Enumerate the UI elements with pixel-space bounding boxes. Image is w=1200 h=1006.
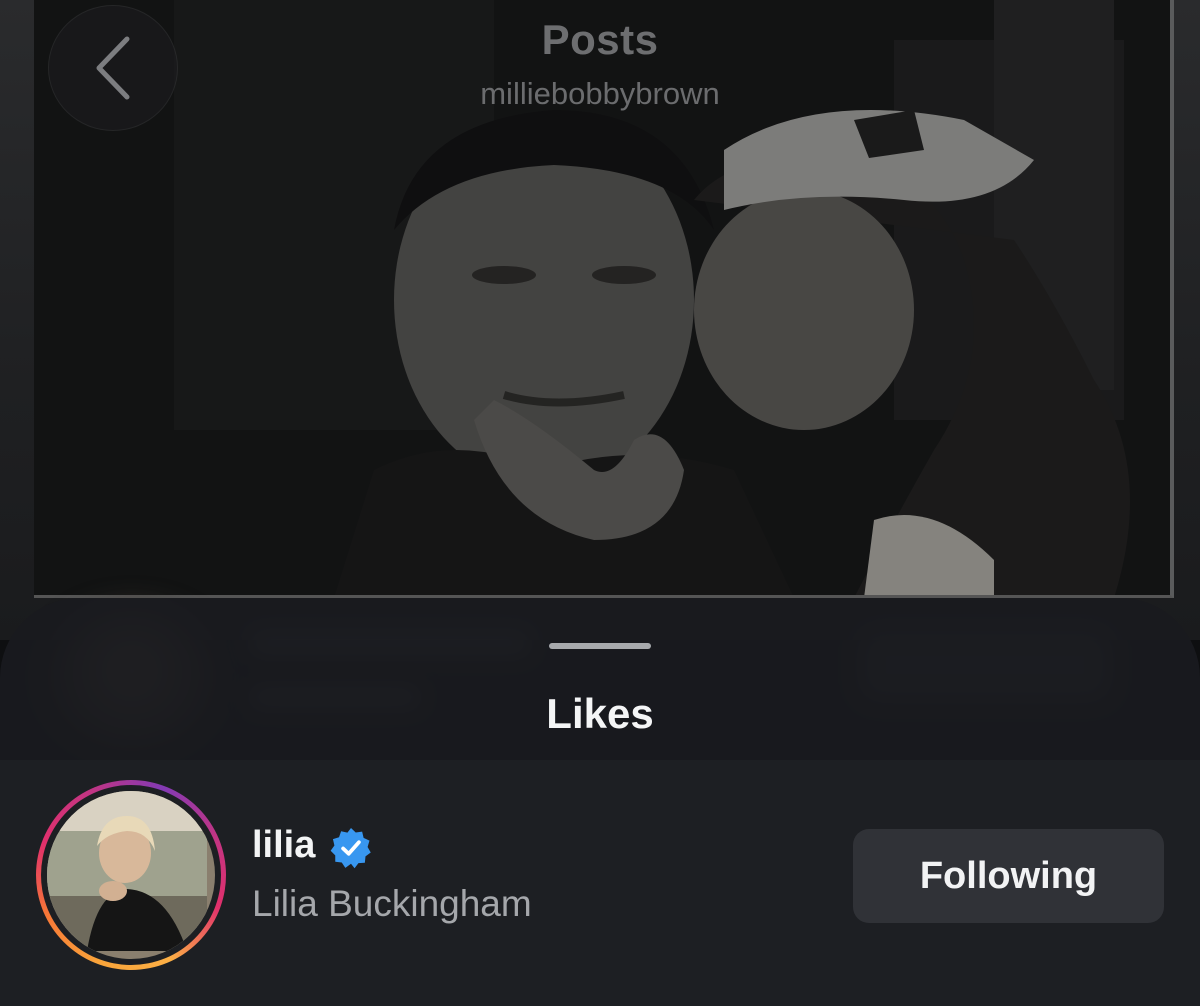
page-title: Posts (541, 16, 659, 63)
sheet-drag-handle[interactable] (549, 643, 651, 649)
avatar[interactable] (47, 791, 215, 959)
username[interactable]: lilia (252, 824, 315, 867)
screen: Posts milliebobbybrown Likes lilia Lilia… (0, 0, 1200, 1006)
following-button[interactable]: Following (853, 829, 1164, 923)
full-name: Lilia Buckingham (252, 883, 532, 924)
page-subtitle: milliebobbybrown (480, 76, 720, 111)
avatar-gap (41, 785, 221, 965)
sheet-title: Likes (546, 690, 654, 737)
list-item[interactable]: lilia Lilia Buckingham Following (0, 770, 1200, 980)
post-background: Posts milliebobbybrown (0, 0, 1200, 748)
verified-badge-icon (330, 828, 371, 869)
story-ring[interactable] (36, 780, 226, 970)
avatar-image (47, 791, 207, 951)
